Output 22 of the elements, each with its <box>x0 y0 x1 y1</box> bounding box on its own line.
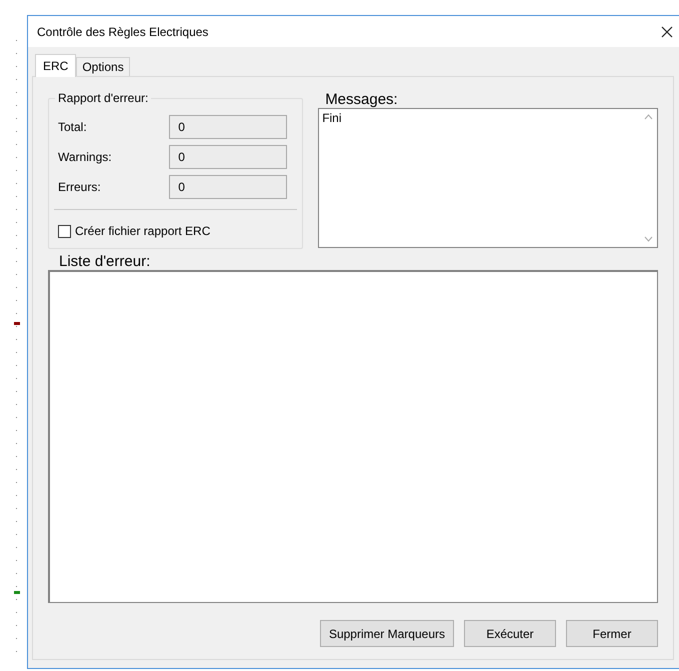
close-icon[interactable] <box>661 26 673 38</box>
dialog-button[interactable]: Supprimer Marqueurs <box>320 620 454 647</box>
error-list-label: Liste d'erreur: <box>58 254 152 270</box>
dialog-button[interactable]: Fermer <box>566 620 658 647</box>
tab[interactable]: ERC <box>35 54 76 77</box>
messages-box[interactable]: Fini <box>318 108 658 248</box>
checkbox-label: Créer fichier rapport ERC <box>75 223 210 240</box>
field-label: Warnings: <box>58 149 112 166</box>
count-field[interactable]: 0 <box>169 145 288 169</box>
messages-label: Messages: <box>324 92 399 108</box>
dialog-button[interactable]: Exécuter <box>464 620 556 647</box>
scroll-down-icon[interactable] <box>644 236 653 242</box>
tab[interactable]: Options <box>76 57 130 76</box>
checkbox[interactable] <box>58 224 71 238</box>
message-text: Fini <box>321 110 343 125</box>
count-field[interactable]: 0 <box>169 175 288 199</box>
count-field[interactable]: 0 <box>169 115 288 139</box>
window-title: Contrôle des Règles Electriques <box>37 24 208 40</box>
field-label: Erreurs: <box>58 179 101 196</box>
field-label: Total: <box>58 119 87 136</box>
group-title: Rapport d'erreur: <box>55 91 152 105</box>
scroll-up-icon[interactable] <box>644 114 653 120</box>
